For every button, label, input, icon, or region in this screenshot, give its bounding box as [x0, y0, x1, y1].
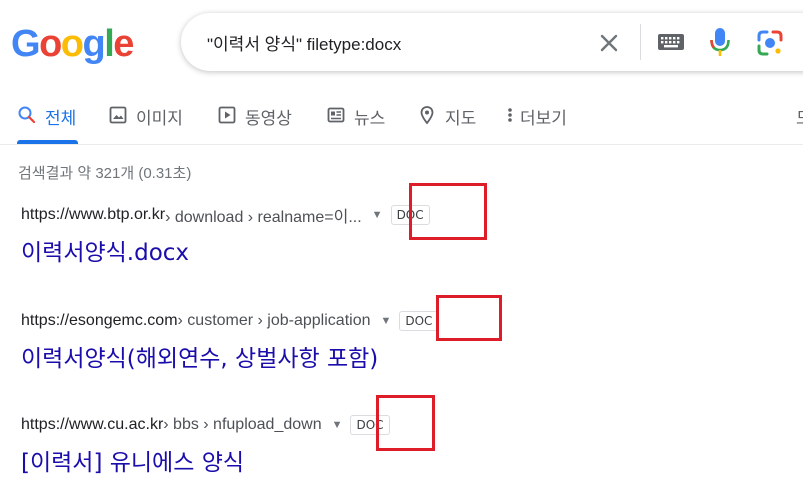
google-logo[interactable]: Google	[11, 22, 134, 66]
tab-maps[interactable]: 지도	[417, 104, 476, 140]
result-domain: https://esongemc.com	[21, 312, 178, 329]
highlight-box	[436, 295, 502, 341]
tab-edge-text[interactable]: 도	[796, 104, 803, 129]
search-input[interactable]	[207, 29, 587, 55]
tab-videos[interactable]: 동영상	[217, 104, 292, 140]
header-divider	[0, 144, 803, 145]
clear-search-button[interactable]	[596, 30, 622, 56]
map-pin-icon	[420, 106, 434, 125]
result-domain: https://www.cu.ac.kr	[21, 416, 164, 433]
tab-images[interactable]: 이미지	[108, 104, 183, 140]
result-url[interactable]: https://www.cu.ac.kr › bbs › nfupload_do…	[21, 413, 390, 437]
search-result: https://www.btp.or.kr › download › realn…	[21, 203, 430, 267]
result-url[interactable]: https://esongemc.com › customer › job-ap…	[21, 309, 439, 333]
result-stats: 검색결과 약 321개 (0.31초)	[18, 165, 192, 182]
file-type-badge: DOC	[399, 311, 439, 331]
microphone-icon	[710, 28, 730, 56]
tab-all[interactable]: 전체	[17, 104, 76, 140]
result-path: › bbs › nfupload_down	[163, 416, 322, 433]
tab-label: 동영상	[245, 109, 292, 128]
logo-letter: l	[104, 23, 115, 65]
tab-label: 전체	[45, 109, 77, 128]
result-title-link[interactable]: [이력서] 유니에스 양식	[21, 443, 390, 477]
search-divider	[640, 24, 641, 60]
highlight-box	[376, 395, 435, 451]
close-icon	[600, 34, 618, 52]
video-icon	[218, 106, 236, 124]
result-title-link[interactable]: 이력서양식(해외연수, 상벌사항 포함)	[21, 339, 438, 373]
caret-down-icon[interactable]: ▼	[332, 419, 343, 431]
search-result: https://www.cu.ac.kr › bbs › nfupload_do…	[21, 413, 390, 477]
lens-search-button[interactable]	[756, 29, 784, 57]
tab-news[interactable]: 뉴스	[326, 104, 385, 140]
tab-label: 지도	[445, 109, 477, 128]
news-icon	[327, 107, 345, 123]
voice-search-button[interactable]	[709, 27, 731, 57]
keyboard-button[interactable]	[656, 31, 686, 53]
search-result: https://esongemc.com › customer › job-ap…	[21, 309, 439, 373]
caret-down-icon[interactable]: ▼	[372, 209, 383, 221]
tab-more[interactable]: 더보기	[504, 104, 567, 140]
tab-label: 더보기	[520, 109, 567, 128]
result-title-link[interactable]: 이력서양식.docx	[21, 233, 430, 267]
tab-label: 뉴스	[354, 109, 386, 128]
search-tabs: 전체 이미지 동영상 뉴스 지도 더보기 도	[0, 100, 803, 144]
tab-label: 이미지	[136, 109, 183, 128]
image-icon	[109, 106, 127, 124]
logo-letter: o	[60, 23, 84, 65]
caret-down-icon[interactable]: ▼	[380, 315, 391, 327]
more-vert-icon	[508, 108, 512, 122]
logo-letter: G	[11, 23, 41, 65]
keyboard-icon	[658, 34, 684, 50]
result-domain: https://www.btp.or.kr	[21, 206, 166, 223]
result-path: › download › realname=이...	[165, 209, 362, 226]
search-box	[181, 13, 803, 71]
result-url[interactable]: https://www.btp.or.kr › download › realn…	[21, 203, 430, 227]
highlight-box	[409, 183, 487, 240]
logo-letter: o	[39, 23, 62, 65]
camera-lens-icon	[757, 30, 783, 56]
logo-letter: g	[82, 23, 106, 65]
result-path: › customer › job-application	[177, 312, 371, 329]
search-icon	[18, 106, 36, 124]
logo-letter: e	[113, 23, 134, 65]
